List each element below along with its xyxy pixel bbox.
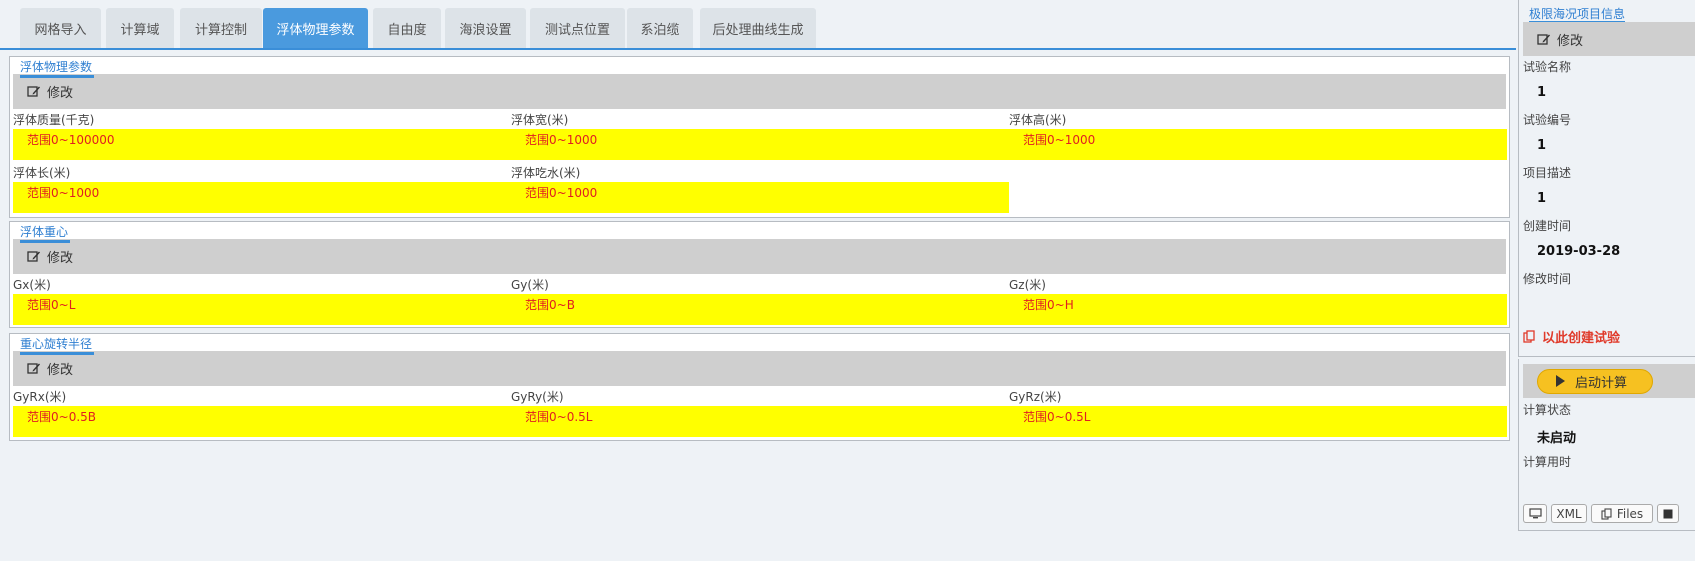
compute-status-label: 计算状态	[1523, 403, 1572, 417]
stop-icon	[1663, 509, 1673, 518]
gy-label: Gy(米)	[511, 278, 549, 292]
gyrx-label: GyRx(米)	[13, 390, 67, 404]
width-label: 浮体宽(米)	[511, 113, 569, 127]
tab-mooring[interactable]: 系泊缆	[627, 8, 693, 48]
gx-input[interactable]: 范围0~L	[13, 294, 511, 325]
create-from-this-label: 以此创建试验	[1542, 331, 1621, 346]
height-input[interactable]: 范围0~1000	[1009, 129, 1507, 160]
gyrz-label: GyRz(米)	[1009, 390, 1062, 404]
created-time-value: 2019-03-28	[1537, 244, 1621, 259]
tab-mesh-import[interactable]: 网格导入	[20, 8, 101, 48]
gyrz-placeholder: 范围0~0.5L	[1023, 410, 1091, 424]
gyrx-placeholder: 范围0~0.5B	[27, 410, 97, 424]
draft-placeholder: 范围0~1000	[525, 186, 598, 200]
gravity-edit-button[interactable]: 修改	[27, 247, 73, 266]
gy-input[interactable]: 范围0~B	[511, 294, 1009, 325]
physics-section-title: 浮体物理参数	[20, 61, 95, 78]
gz-input[interactable]: 范围0~H	[1009, 294, 1507, 325]
physics-panel: 修改 浮体物理参数 浮体质量(千克) 范围0~100000 浮体宽(米) 范围0…	[9, 56, 1510, 218]
edit-icon	[1537, 33, 1550, 45]
gx-label: Gx(米)	[13, 278, 51, 292]
project-desc-value: 1	[1537, 191, 1547, 206]
test-number-value: 1	[1537, 138, 1547, 153]
tab-wave-settings[interactable]: 海浪设置	[445, 8, 526, 48]
gx-placeholder: 范围0~L	[27, 298, 76, 312]
physics-toolbar: 修改	[13, 74, 1506, 109]
project-edit-button[interactable]: 修改	[1537, 30, 1583, 49]
height-label: 浮体高(米)	[1009, 113, 1067, 127]
gyrx-input[interactable]: 范围0~0.5B	[13, 406, 511, 437]
gyry-placeholder: 范围0~0.5L	[525, 410, 593, 424]
files-icon	[1601, 507, 1612, 520]
compute-status-value: 未启动	[1537, 431, 1577, 446]
edit-icon	[27, 363, 40, 374]
gyration-toolbar: 修改	[13, 351, 1506, 386]
edit-icon	[27, 86, 40, 97]
gyration-edit-button[interactable]: 修改	[27, 359, 73, 378]
gravity-toolbar: 修改	[13, 239, 1506, 274]
create-from-this-link[interactable]: 以此创建试验	[1523, 327, 1620, 346]
test-name-value: 1	[1537, 85, 1547, 100]
mass-placeholder: 范围0~100000	[27, 133, 115, 147]
compute-time-label: 计算用时	[1523, 455, 1572, 469]
width-placeholder: 范围0~1000	[525, 133, 598, 147]
gyry-label: GyRy(米)	[511, 390, 564, 404]
tab-bar: 网格导入 计算域 计算控制 浮体物理参数 自由度 海浪设置 测试点位置 系泊缆 …	[0, 0, 1516, 50]
length-placeholder: 范围0~1000	[27, 186, 100, 200]
copy-icon	[1523, 330, 1535, 343]
width-input[interactable]: 范围0~1000	[511, 129, 1009, 160]
compute-toolbar: 启动计算	[1523, 364, 1695, 398]
test-name-label: 试验名称	[1523, 60, 1572, 74]
gravity-section-title: 浮体重心	[20, 226, 71, 243]
gyration-edit-label: 修改	[47, 363, 74, 378]
modified-time-label: 修改时间	[1523, 272, 1572, 286]
monitor-icon	[1528, 508, 1542, 519]
start-compute-button[interactable]: 启动计算	[1537, 368, 1653, 394]
tab-post-curves[interactable]: 后处理曲线生成	[700, 8, 816, 48]
draft-input[interactable]: 范围0~1000	[511, 182, 1009, 213]
project-edit-label: 修改	[1557, 33, 1584, 49]
gyry-input[interactable]: 范围0~0.5L	[511, 406, 1009, 437]
tab-test-points[interactable]: 测试点位置	[530, 8, 625, 48]
created-time-label: 创建时间	[1523, 219, 1572, 233]
physics-edit-label: 修改	[47, 86, 74, 101]
xml-label: XML	[1556, 506, 1582, 521]
length-input[interactable]: 范围0~1000	[13, 182, 511, 213]
length-label: 浮体长(米)	[13, 166, 71, 180]
mass-input[interactable]: 范围0~100000	[13, 129, 511, 160]
gravity-panel: 修改 浮体重心 Gx(米) 范围0~L Gy(米) 范围0~B Gz(米) 范围…	[9, 221, 1510, 328]
edit-icon	[27, 251, 40, 262]
monitor-button[interactable]	[1523, 504, 1547, 523]
gyration-section-title: 重心旋转半径	[20, 338, 95, 355]
files-button[interactable]: Files	[1591, 504, 1653, 523]
gz-label: Gz(米)	[1009, 278, 1046, 292]
project-info-toolbar: 修改	[1523, 22, 1695, 56]
tab-compute-domain[interactable]: 计算域	[106, 8, 174, 48]
files-label: Files	[1616, 506, 1644, 521]
tab-float-physics[interactable]: 浮体物理参数	[263, 8, 368, 48]
gravity-edit-label: 修改	[47, 251, 74, 266]
tab-compute-control[interactable]: 计算控制	[180, 8, 262, 48]
gyration-panel: 修改 重心旋转半径 GyRx(米) 范围0~0.5B GyRy(米) 范围0~0…	[9, 333, 1510, 441]
mass-label: 浮体质量(千克)	[13, 113, 95, 127]
tab-dof[interactable]: 自由度	[373, 8, 441, 48]
gyrz-input[interactable]: 范围0~0.5L	[1009, 406, 1507, 437]
stop-button[interactable]	[1657, 504, 1679, 523]
gy-placeholder: 范围0~B	[525, 298, 575, 312]
project-info-panel: 极限海况项目信息 修改 试验名称 1 试验编号 1 项目描述 1 创建时间 20…	[1518, 0, 1695, 357]
start-compute-label: 启动计算	[1575, 375, 1628, 391]
gz-placeholder: 范围0~H	[1023, 298, 1074, 312]
xml-button[interactable]: XML	[1551, 504, 1587, 523]
project-desc-label: 项目描述	[1523, 166, 1572, 180]
draft-label: 浮体吃水(米)	[511, 166, 581, 180]
physics-edit-button[interactable]: 修改	[27, 82, 73, 101]
height-placeholder: 范围0~1000	[1023, 133, 1096, 147]
test-number-label: 试验编号	[1523, 113, 1572, 127]
play-icon	[1556, 375, 1565, 387]
